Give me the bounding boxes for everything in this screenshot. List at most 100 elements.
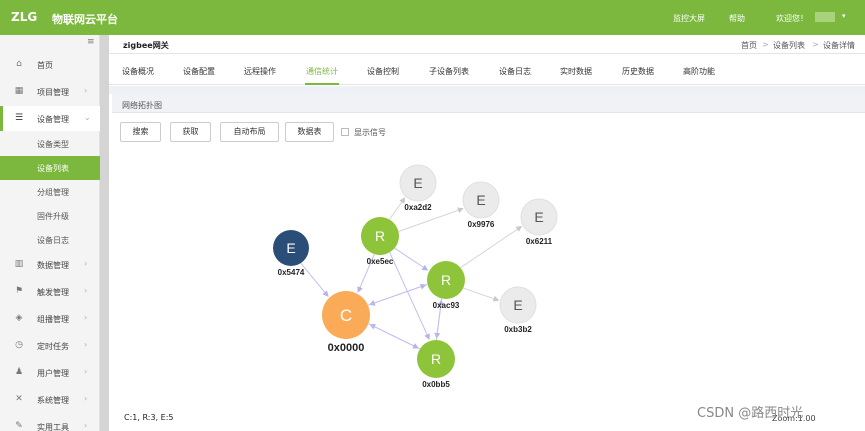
zlg-logo: ZLG <box>11 10 38 24</box>
node-role-letter: E <box>513 297 522 313</box>
tab-realtime[interactable]: 实时数据 <box>560 66 592 77</box>
topology-edge <box>394 247 429 271</box>
project-icon: ▦ <box>14 86 24 96</box>
sidebar-item-label: 系统管理 <box>37 396 69 405</box>
chevron-right-icon: › <box>84 340 88 349</box>
flag-icon: ⚑ <box>14 286 24 296</box>
help-link[interactable]: 帮助 <box>729 13 745 24</box>
cube-icon: ◈ <box>15 313 23 323</box>
sidebar-item-label: 项目管理 <box>37 88 69 97</box>
panel-header: 网络拓扑图 <box>112 94 865 113</box>
topology-node-0x0bb5[interactable]: R 0x0bb5 <box>417 340 455 389</box>
breadcrumb-home[interactable]: 首页 <box>741 40 757 51</box>
sidebar-item-timer[interactable]: ◷ 定时任务 › <box>0 333 100 358</box>
welcome-text: 欢迎您！ <box>776 14 808 23</box>
detail-tabs: 设备概况 设备配置 远程操作 通信统计 设备控制 子设备列表 设备日志 实时数据… <box>109 55 865 85</box>
node-role-letter: R <box>375 228 385 244</box>
node-role-letter: R <box>441 272 451 288</box>
node-id-label: 0xb3b2 <box>504 325 532 334</box>
data-table-button[interactable]: 数据表 <box>285 122 334 142</box>
node-id-label: 0xe5ec <box>367 257 394 266</box>
topology-edge <box>389 197 406 220</box>
home-icon: ⌂ <box>16 59 22 69</box>
node-id-label: 0xa2d2 <box>404 203 432 212</box>
username-redacted[interactable] <box>815 12 835 22</box>
topology-node-0xac93[interactable]: R 0xac93 <box>427 261 465 310</box>
tab-history[interactable]: 历史数据 <box>622 66 654 77</box>
tab-advanced[interactable]: 高阶功能 <box>683 66 715 77</box>
topology-edge <box>463 287 500 302</box>
topology-edge <box>300 262 329 297</box>
tab-device-log[interactable]: 设备日志 <box>499 66 531 77</box>
sidebar-item-home[interactable]: ⌂ 首页 <box>0 52 100 77</box>
topology-node-0xe5ec[interactable]: R 0xe5ec <box>361 217 399 266</box>
chevron-right-icon: › <box>84 259 88 268</box>
tab-control[interactable]: 设备控制 <box>367 66 399 77</box>
sidebar-item-tools[interactable]: ✎ 实用工具 › <box>0 414 100 431</box>
breadcrumb-device-list[interactable]: 设备列表 <box>773 40 805 51</box>
chart-icon: ▥ <box>14 259 24 269</box>
sidebar-subitem-firmware[interactable]: 固件升级 <box>0 204 100 228</box>
sidebar-item-label: 首页 <box>37 61 53 70</box>
sidebar-item-data[interactable]: ▥ 数据管理 › <box>0 252 100 277</box>
breadcrumb-sep: > <box>812 40 819 49</box>
topology-node-0x9976[interactable]: E 0x9976 <box>462 181 500 229</box>
topology-graph[interactable]: C 0x0000 E 0x5474 R 0xe5ec R 0xac93 R 0x0bb5 E 0xa2… <box>112 145 865 431</box>
sidebar-collapse-icon[interactable]: ≡ <box>87 37 95 47</box>
sidebar-item-trigger[interactable]: ⚑ 触发管理 › <box>0 279 100 304</box>
sidebar-item-multicast[interactable]: ◈ 组播管理 › <box>0 306 100 331</box>
subitem-label: 设备列表 <box>37 164 69 173</box>
sidebar-subitem-device-log[interactable]: 设备日志 <box>0 228 100 252</box>
sidebar-item-project[interactable]: ▦ 项目管理 › <box>0 79 100 104</box>
page-title: zigbee网关 <box>123 41 169 50</box>
topology-node-0xb3b2[interactable]: E 0xb3b2 <box>499 286 537 334</box>
chevron-right-icon: › <box>84 286 88 295</box>
sidebar-item-user[interactable]: ♟ 用户管理 › <box>0 360 100 385</box>
tab-comm-stats[interactable]: 通信统计 <box>306 66 338 77</box>
user-menu-caret-icon[interactable]: ▾ <box>842 12 846 20</box>
node-id-label: 0x0000 <box>328 342 365 354</box>
sidebar-subitem-device-list[interactable]: 设备列表 <box>0 156 100 180</box>
wrench-icon: ✕ <box>15 394 23 404</box>
node-role-letter: E <box>413 175 422 191</box>
show-signal-label: 显示信号 <box>354 128 386 137</box>
tab-overview[interactable]: 设备概况 <box>122 66 154 77</box>
topology-edge <box>368 323 419 349</box>
monitor-screen-link[interactable]: 监控大屏 <box>673 13 705 24</box>
fetch-button[interactable]: 获取 <box>170 122 211 142</box>
topology-node-0x5474[interactable]: E 0x5474 <box>273 230 309 277</box>
tool-icon: ✎ <box>15 421 23 431</box>
topology-svg[interactable]: C 0x0000 E 0x5474 R 0xe5ec R 0xac93 R 0x0bb5 E 0xa2… <box>112 145 865 431</box>
sidebar-scrollbar[interactable] <box>100 35 109 431</box>
topology-edge <box>398 207 464 232</box>
show-signal-checkbox[interactable] <box>341 128 349 136</box>
node-count-summary: C:1, R:3, E:5 <box>124 413 174 422</box>
active-tab-underline <box>305 83 339 85</box>
subitem-label: 设备类型 <box>37 140 69 149</box>
top-header: ZLG 物联网云平台 监控大屏 帮助 欢迎您！ ▾ <box>0 0 865 35</box>
active-indicator <box>0 106 3 131</box>
node-id-label: 0x5474 <box>278 268 305 277</box>
auto-layout-button[interactable]: 自动布局 <box>220 122 279 142</box>
chevron-down-icon: ⌄ <box>84 113 91 122</box>
sidebar-subitem-device-type[interactable]: 设备类型 <box>0 132 100 156</box>
node-role-letter: E <box>534 209 543 225</box>
search-button[interactable]: 搜索 <box>120 122 161 142</box>
sidebar-item-label: 组播管理 <box>37 315 69 324</box>
tab-subdevices[interactable]: 子设备列表 <box>429 66 469 77</box>
topology-node-0xa2d2[interactable]: E 0xa2d2 <box>399 164 437 212</box>
topology-node-0x0000[interactable]: C 0x0000 <box>322 291 370 354</box>
tab-config[interactable]: 设备配置 <box>183 66 215 77</box>
device-icon: ☰ <box>14 113 24 123</box>
sidebar-item-system[interactable]: ✕ 系统管理 › <box>0 387 100 412</box>
node-role-letter: C <box>340 306 352 325</box>
node-id-label: 0xac93 <box>433 301 460 310</box>
sidebar-item-device[interactable]: ☰ 设备管理 ⌄ <box>0 106 100 131</box>
node-role-letter: E <box>286 240 295 256</box>
user-icon: ♟ <box>14 367 24 377</box>
sidebar-subitem-group[interactable]: 分组管理 <box>0 180 100 204</box>
tab-remote[interactable]: 远程操作 <box>244 66 276 77</box>
topology-node-0x6211[interactable]: E 0x6211 <box>520 198 558 246</box>
watermark: CSDN @路西时光 <box>697 406 804 421</box>
node-id-label: 0x9976 <box>468 220 495 229</box>
